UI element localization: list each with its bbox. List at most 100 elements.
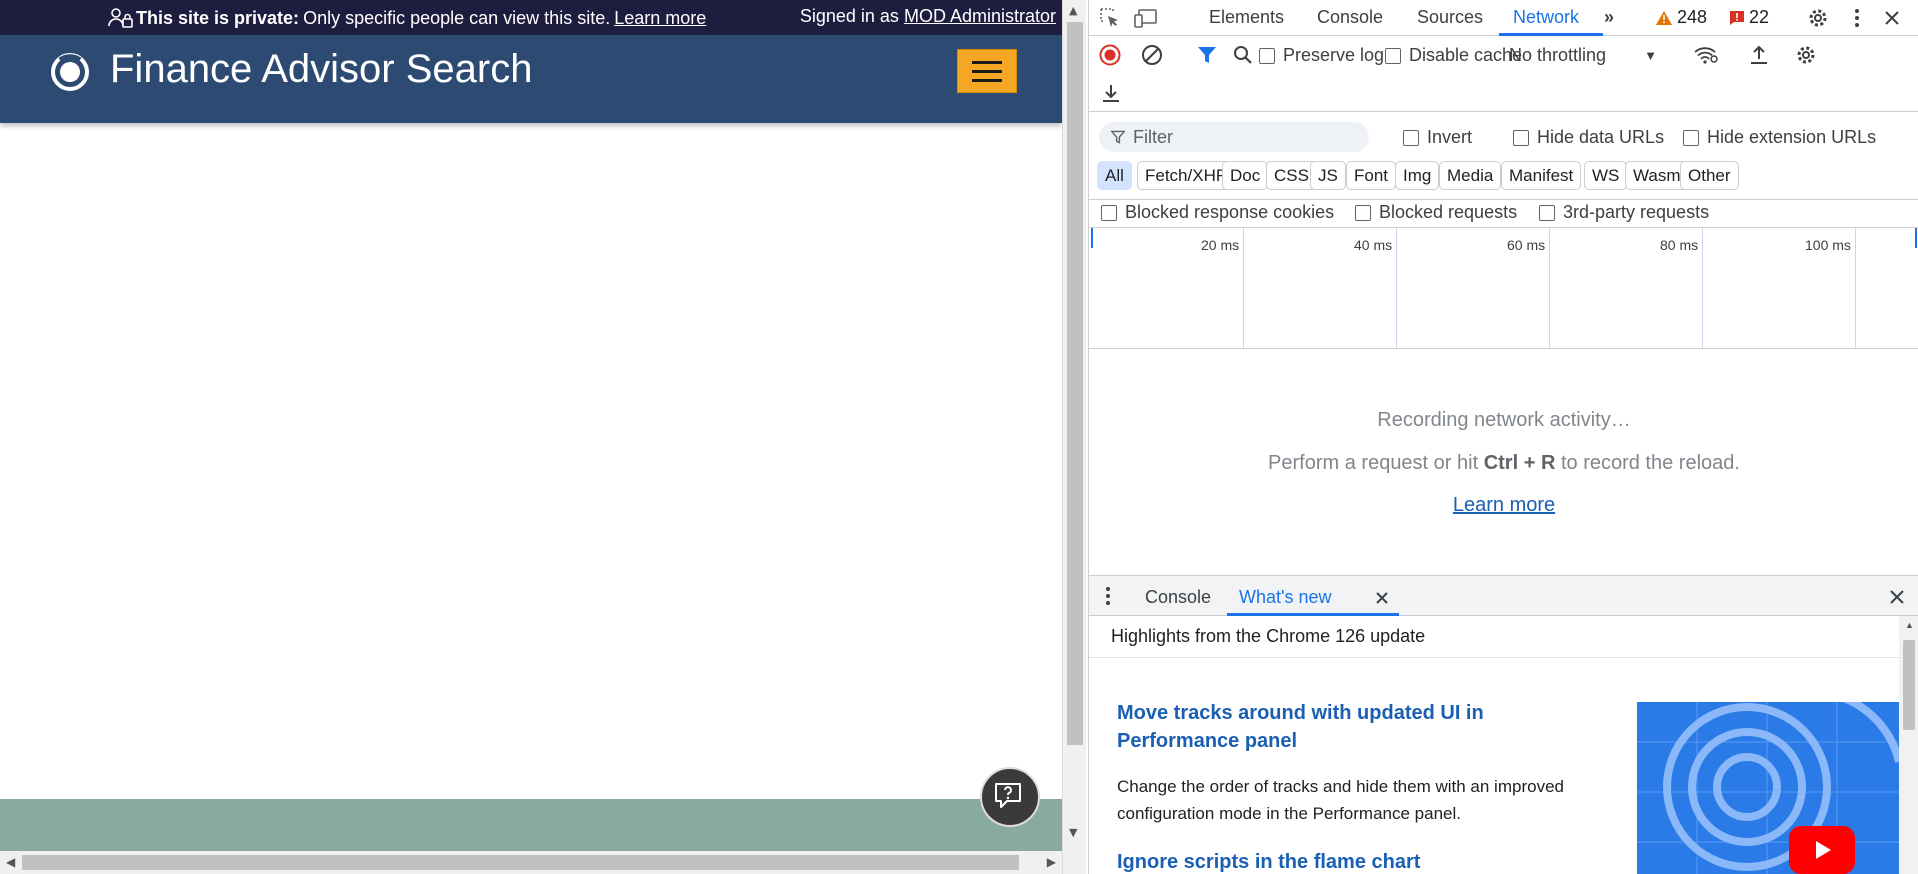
checkbox-box[interactable]: [1385, 47, 1401, 64]
signed-in-user-link[interactable]: MOD Administrator: [904, 6, 1056, 26]
chip-manifest[interactable]: Manifest: [1501, 161, 1582, 190]
blocked-requests-checkbox[interactable]: Blocked requests: [1355, 202, 1517, 223]
chip-wasm[interactable]: Wasm: [1625, 161, 1689, 190]
hide-data-urls-label: Hide data URLs: [1537, 127, 1665, 147]
device-toolbar-icon[interactable]: [1133, 5, 1159, 31]
chip-ws[interactable]: WS: [1584, 161, 1628, 190]
tab-sources[interactable]: Sources: [1417, 7, 1483, 28]
filter-input[interactable]: Filter: [1099, 122, 1369, 152]
chip-font[interactable]: Font: [1346, 161, 1397, 190]
chip-img[interactable]: Img: [1395, 161, 1440, 190]
feature-title-link[interactable]: Ignore scripts in the flame chart: [1117, 848, 1557, 874]
chrome-devtools-art-icon: [1637, 702, 1899, 874]
vertical-scroll-thumb[interactable]: [1067, 22, 1083, 745]
reload-hint: Perform a request or hit Ctrl + R to rec…: [1089, 452, 1918, 475]
hamburger-line: [972, 60, 1002, 64]
issue-icon: [1730, 10, 1744, 25]
scroll-right-arrow-icon[interactable]: ▶: [1047, 855, 1056, 869]
more-tabs-chevron-icon[interactable]: »: [1604, 7, 1614, 28]
throttling-select[interactable]: No throttling ▼: [1509, 45, 1657, 66]
tab-network[interactable]: Network: [1513, 7, 1579, 28]
timeline-gridline: [1702, 228, 1703, 348]
network-conditions-icon[interactable]: [1693, 44, 1719, 71]
whats-new-highlights-heading: Highlights from the Chrome 126 update: [1111, 626, 1426, 646]
privacy-learn-more-link[interactable]: Learn more: [614, 8, 706, 29]
horizontal-scroll-thumb[interactable]: [22, 855, 1019, 870]
chat-help-button[interactable]: [980, 767, 1040, 827]
invert-label: Invert: [1427, 127, 1473, 147]
video-thumbnail[interactable]: [1637, 702, 1899, 874]
checkbox-box[interactable]: [1683, 129, 1699, 146]
third-party-requests-checkbox[interactable]: 3rd-party requests: [1539, 202, 1709, 223]
network-filter-row: Filter Invert Hide data URLs Hide extens…: [1089, 112, 1918, 200]
feature-title-link[interactable]: Move tracks around with updated UI in Pe…: [1117, 699, 1557, 755]
scroll-down-arrow-icon[interactable]: ▼: [1069, 826, 1077, 839]
disable-cache-checkbox[interactable]: Disable cache: [1385, 45, 1522, 66]
settings-gear-icon[interactable]: [1805, 5, 1831, 31]
export-har-icon[interactable]: [1101, 82, 1121, 109]
inspect-element-icon[interactable]: [1097, 5, 1123, 31]
checkbox-box[interactable]: [1259, 47, 1275, 64]
checkbox-box[interactable]: [1539, 204, 1555, 221]
chip-media[interactable]: Media: [1439, 161, 1502, 190]
drawer-tab-bar: Console What's new: [1089, 575, 1918, 616]
preserve-log-checkbox[interactable]: Preserve log: [1259, 45, 1384, 66]
search-icon[interactable]: [1233, 45, 1253, 70]
recording-message: Recording network activity…: [1377, 409, 1631, 431]
network-learn-more-link[interactable]: Learn more: [1089, 494, 1918, 517]
site-logo-icon[interactable]: [50, 52, 90, 92]
stop-recording-icon[interactable]: [1099, 44, 1121, 71]
chip-doc[interactable]: Doc: [1222, 161, 1269, 190]
scroll-up-arrow-icon[interactable]: ▲: [1069, 4, 1077, 17]
menu-button[interactable]: [957, 49, 1017, 93]
hide-extension-urls-checkbox[interactable]: Hide extension URLs: [1683, 127, 1876, 148]
chip-other[interactable]: Other: [1680, 161, 1739, 190]
checkbox-box[interactable]: [1101, 204, 1117, 221]
timeline-tick-label: 80 ms: [1660, 237, 1699, 253]
network-toolbar: Preserve log Disable cache No throttling…: [1089, 36, 1918, 112]
network-settings-gear-icon[interactable]: [1795, 44, 1817, 71]
drawer-tab-console[interactable]: Console: [1145, 587, 1211, 608]
chip-js[interactable]: JS: [1310, 161, 1346, 190]
privacy-text: Only specific people can view this site.: [303, 7, 611, 28]
clear-icon[interactable]: [1141, 44, 1163, 71]
close-devtools-icon[interactable]: [1879, 5, 1905, 31]
horizontal-scrollbar[interactable]: ◀ ▶: [0, 851, 1062, 874]
youtube-play-icon[interactable]: [1789, 826, 1855, 874]
privacy-label: This site is private:: [136, 7, 300, 28]
errors-counter[interactable]: 22: [1729, 7, 1769, 28]
scroll-up-arrow-icon[interactable]: ▲: [1905, 620, 1914, 630]
filter-funnel-icon[interactable]: [1197, 45, 1217, 70]
hamburger-line: [972, 78, 1002, 82]
close-whats-new-icon[interactable]: [1375, 589, 1389, 610]
reload-shortcut: Ctrl + R: [1483, 452, 1556, 474]
network-timeline-overview[interactable]: 20 ms 40 ms 60 ms 80 ms 100 ms: [1089, 228, 1918, 349]
invert-checkbox[interactable]: Invert: [1403, 127, 1472, 148]
drawer-scroll-thumb[interactable]: [1903, 640, 1915, 730]
third-party-requests-label: 3rd-party requests: [1563, 202, 1710, 222]
timeline-gridline: [1396, 228, 1397, 348]
close-drawer-icon[interactable]: [1889, 589, 1905, 610]
timeline-gridline: [1855, 228, 1856, 348]
drawer-tab-whats-new[interactable]: What's new: [1239, 587, 1331, 608]
tab-console[interactable]: Console: [1317, 7, 1383, 28]
more-options-icon[interactable]: [1844, 5, 1870, 31]
tab-elements[interactable]: Elements: [1209, 7, 1284, 28]
warnings-count: 248: [1677, 7, 1708, 27]
import-har-icon[interactable]: [1749, 44, 1769, 71]
checkbox-box[interactable]: [1355, 204, 1371, 221]
timeline-end-marker[interactable]: [1915, 228, 1917, 248]
vertical-scrollbar[interactable]: ▲ ▼: [1062, 0, 1086, 874]
warnings-counter[interactable]: 248: [1655, 7, 1707, 28]
timeline-start-marker[interactable]: [1091, 228, 1093, 248]
checkbox-box[interactable]: [1513, 129, 1529, 146]
checkbox-box[interactable]: [1403, 129, 1419, 146]
hide-data-urls-checkbox[interactable]: Hide data URLs: [1513, 127, 1664, 148]
throttling-value: No throttling: [1509, 45, 1607, 65]
drawer-scrollbar[interactable]: ▲: [1899, 616, 1918, 874]
chip-all[interactable]: All: [1097, 161, 1132, 190]
site-title[interactable]: Finance Advisor Search: [110, 47, 532, 92]
blocked-response-cookies-checkbox[interactable]: Blocked response cookies: [1101, 202, 1334, 223]
scroll-left-arrow-icon[interactable]: ◀: [6, 855, 15, 869]
drawer-menu-icon[interactable]: [1105, 586, 1111, 611]
